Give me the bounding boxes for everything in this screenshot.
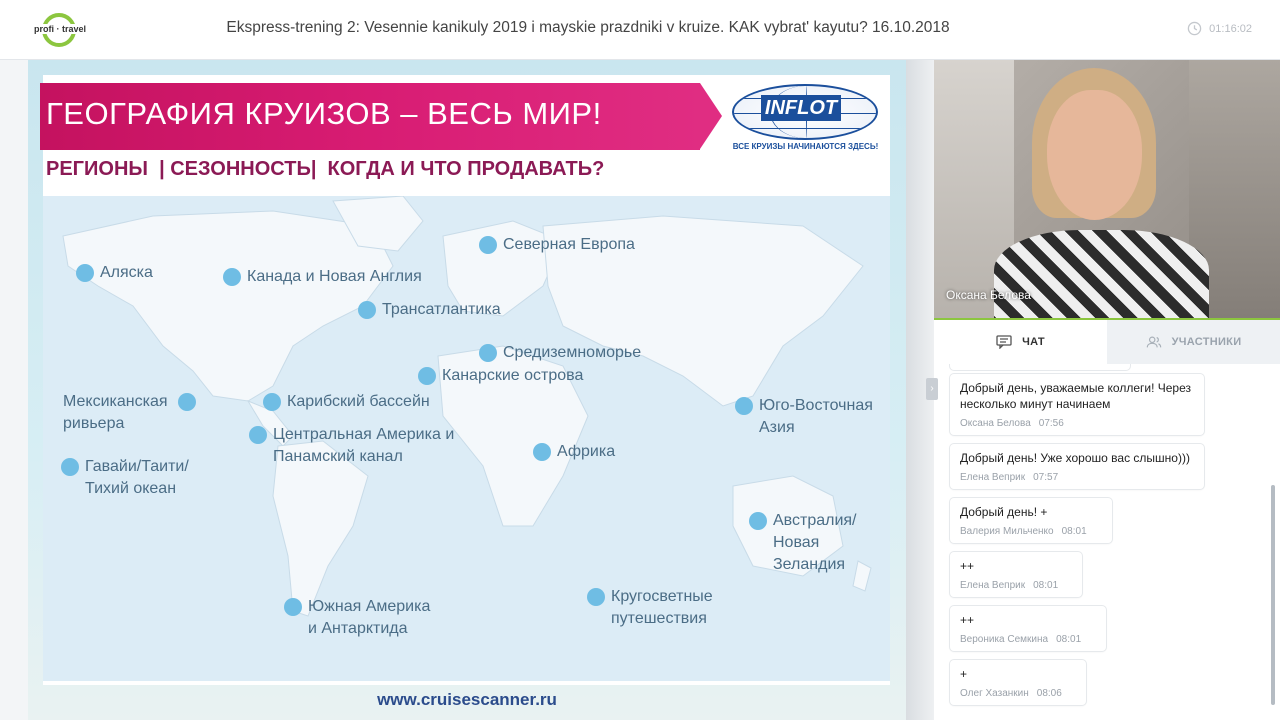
slide-subtitle: РЕГИОНЫ | СЕЗОННОСТЬ| КОГДА И ЧТО ПРОДАВ… <box>46 158 605 180</box>
chat-message-text: ++ <box>960 559 975 573</box>
chat-message-author: Елена Веприк <box>960 580 1026 591</box>
region-pin-north-europe[interactable]: Северная Европа <box>479 236 635 256</box>
inflot-logo: INFLOT ВСЕ КРУИЗЫ НАЧИНАЮТСЯ ЗДЕСЬ! <box>728 80 883 155</box>
region-pin-hawaii[interactable]: Гавайи/Таити/ Тихий океан <box>61 458 189 500</box>
chat-message-author: Валерия Мильченко <box>960 526 1054 537</box>
pin-dot <box>587 588 605 606</box>
chat-message-text: Добрый день, уважаемые коллеги! Через не… <box>960 381 1192 411</box>
slide-title: ГЕОГРАФИЯ КРУИЗОВ – ВЕСЬ МИР! <box>46 96 602 131</box>
chat-message: Добрый день, уважаемые коллеги! Через не… <box>950 374 1204 435</box>
chat-message-time: 07:57 <box>1033 472 1059 483</box>
chat-message: ++ Вероника Семкина 08:01 <box>950 606 1106 651</box>
chevron-right-icon: › <box>930 383 934 394</box>
timer-value: 01:16:02 <box>1209 22 1252 35</box>
pin-dot <box>479 236 497 254</box>
region-pin-transatlantic[interactable]: Трансатлантика <box>358 301 501 321</box>
slide-url: www.cruisescanner.ru <box>377 690 557 709</box>
chat-message-author: Оксана Белова <box>960 418 1031 429</box>
tab-participants[interactable]: УЧАСТНИКИ <box>1107 320 1280 364</box>
pin-dot <box>418 367 436 385</box>
chat-scrollbar[interactable] <box>1271 485 1275 705</box>
region-pin-canary[interactable]: Канарские острова <box>418 367 583 387</box>
speaker-face <box>1047 90 1142 220</box>
side-tabs: ЧАТ УЧАСТНИКИ <box>934 320 1280 364</box>
region-pin-africa[interactable]: Африка <box>533 443 615 463</box>
region-pin-canada[interactable]: Канада и Новая Англия <box>223 268 422 288</box>
chat-message-author: Елена Веприк <box>960 472 1026 483</box>
clock-icon <box>1187 21 1202 36</box>
users-icon <box>1146 336 1161 348</box>
chat-message-author: Олег Хазанкин <box>960 688 1029 699</box>
timer: 01:16:02 <box>1187 21 1252 36</box>
region-pin-mexican-riviera[interactable]: Мексиканская ривьера <box>63 393 196 435</box>
chat-message-time: 08:01 <box>1061 526 1087 537</box>
region-pin-central-america[interactable]: Центральная Америка и Панамский канал <box>249 426 454 468</box>
region-pin-world[interactable]: Кругосветные путешествия <box>587 588 713 630</box>
chat-message-text: Добрый день! Уже хорошо вас слышно))) <box>960 451 1190 465</box>
tab-chat[interactable]: ЧАТ <box>934 320 1107 364</box>
chat-message-time: 07:56 <box>1038 418 1064 429</box>
chat-icon <box>996 335 1012 349</box>
pin-dot <box>223 268 241 286</box>
tab-participants-label: УЧАСТНИКИ <box>1171 336 1242 348</box>
pin-dot <box>284 598 302 616</box>
inflot-tagline: ВСЕ КРУИЗЫ НАЧИНАЮТСЯ ЗДЕСЬ! <box>732 142 879 151</box>
pin-dot <box>749 512 767 530</box>
top-bar: profi · travel Ekspress-trening 2: Vesen… <box>0 0 1280 60</box>
region-pin-alaska[interactable]: Аляска <box>76 264 153 284</box>
tab-chat-label: ЧАТ <box>1022 336 1045 348</box>
pin-dot <box>735 397 753 415</box>
chat-message-text: + <box>960 667 968 681</box>
slide-banner: ГЕОГРАФИЯ КРУИЗОВ – ВЕСЬ МИР! <box>40 83 722 150</box>
region-pin-caribbean[interactable]: Карибский бассейн <box>263 393 430 413</box>
inflot-brand: INFLOT <box>761 95 841 121</box>
chat-message-time: 08:01 <box>1056 634 1082 645</box>
collapse-panel-button[interactable]: › <box>926 378 938 400</box>
chat-message-author: Вероника Семкина <box>960 634 1049 645</box>
pin-dot <box>177 393 196 411</box>
pin-dot <box>533 443 551 461</box>
pin-dot <box>249 426 267 444</box>
chat-message: Добрый день! + Валерия Мильченко 08:01 <box>950 498 1112 543</box>
speaker-shirt <box>994 230 1209 318</box>
chat-message: Добрый день! Уже хорошо вас слышно))) Ел… <box>950 444 1204 489</box>
speaker-name: Оксана Белова <box>946 288 1031 302</box>
chat-message: ++ Елена Веприк 08:01 <box>950 552 1082 597</box>
pin-dot <box>358 301 376 319</box>
chat-message-text: ++ <box>960 613 975 627</box>
chat-message-time: 08:06 <box>1036 688 1062 699</box>
pin-dot <box>263 393 281 411</box>
region-pin-australia[interactable]: Австралия/ Новая Зеландия <box>749 512 857 576</box>
region-pin-se-asia[interactable]: Юго-Восточная Азия <box>735 397 873 439</box>
chat-panel[interactable]: Добрый день, уважаемые коллеги! Через не… <box>934 364 1280 720</box>
pin-dot <box>76 264 94 282</box>
chat-message-partial <box>950 364 1130 370</box>
chat-message-time: 08:01 <box>1033 580 1059 591</box>
chat-message-text: Добрый день! + <box>960 505 1048 519</box>
pin-dot <box>61 458 79 476</box>
pin-dot <box>479 344 497 362</box>
chat-message: + Олег Хазанкин 08:06 <box>950 660 1086 705</box>
region-pin-south-america[interactable]: Южная Америка и Антарктида <box>284 598 430 640</box>
webinar-title: Ekspress-trening 2: Vesennie kanikuly 20… <box>226 19 950 36</box>
speaker-video[interactable]: Оксана Белова <box>934 60 1280 318</box>
region-pin-mediterranean[interactable]: Средиземноморье <box>479 344 641 364</box>
